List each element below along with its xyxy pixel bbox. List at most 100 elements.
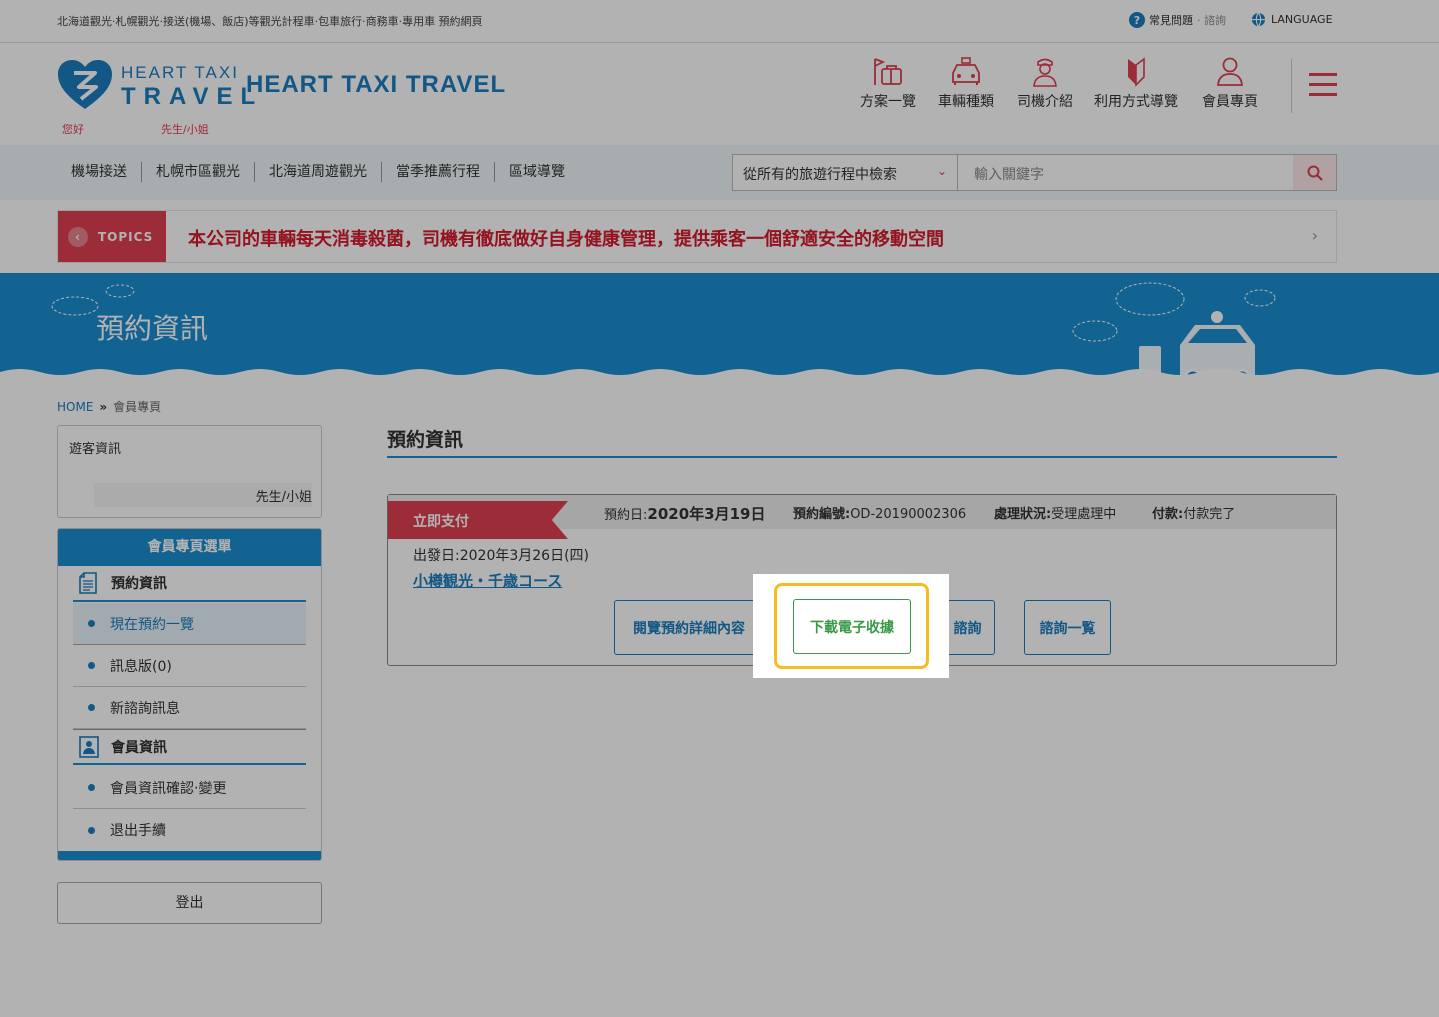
breadcrumb-home[interactable]: HOME	[57, 400, 93, 414]
member-menu-footer	[58, 851, 321, 860]
menu-item-label: 現在預約一覽	[110, 616, 194, 633]
menu-item-label: 會員資訊確認‧變更	[110, 780, 227, 797]
search-icon	[1307, 165, 1323, 181]
menu-section-bookings: 預約資訊	[73, 566, 306, 602]
search-scope-value: 從所有的旅遊行程中檢索	[743, 167, 897, 183]
category-airport[interactable]: 機場接送	[57, 162, 142, 182]
nav-label: 司機介紹	[1017, 94, 1073, 110]
top-bar: 北海道觀光‧札幌觀光‧接送(機場、飯店)等觀光計程車‧包車旅行‧商務車‧專用車 …	[0, 0, 1439, 43]
user-icon	[1217, 57, 1243, 86]
document-icon	[79, 572, 97, 594]
topics-text[interactable]: 本公司的車輛每天消毒殺菌，司機有徹底做好自身健康管理，提供乘客一個舒適安全的移動…	[188, 225, 944, 251]
category-hokkaido[interactable]: 北海道周遊觀光	[255, 162, 382, 182]
booking-number-value: OD-20190002306	[850, 507, 967, 522]
bullet-icon	[88, 826, 95, 834]
booking-payment-label: 付款:	[1152, 507, 1184, 522]
breadcrumb: HOME » 會員專頁	[57, 398, 161, 415]
category-sapporo[interactable]: 札幌市區觀光	[142, 162, 255, 182]
site-description: 北海道觀光‧札幌觀光‧接送(機場、飯店)等觀光計程車‧包車旅行‧商務車‧專用車 …	[57, 15, 483, 28]
menu-item-withdraw[interactable]: 退出手續	[73, 809, 306, 851]
menu-section-label: 預約資訊	[111, 576, 167, 592]
booking-payment-value: 付款完了	[1183, 507, 1236, 522]
download-receipt-button[interactable]: 下載電子收據	[793, 599, 911, 654]
bullet-icon	[88, 704, 95, 711]
category-area-guide[interactable]: 區域導覽	[495, 162, 579, 182]
id-card-icon	[79, 735, 99, 758]
booking-status: 處理狀況:受理處理中	[994, 503, 1116, 522]
nav-label: 會員專頁	[1202, 94, 1258, 110]
banner-decoration	[0, 282, 1439, 388]
driver-icon	[1033, 58, 1057, 87]
menu-section-label: 會員資訊	[111, 739, 167, 756]
greeting-suffix: 先生/小姐	[161, 123, 209, 136]
heart-logo-icon[interactable]	[57, 59, 113, 111]
menu-item-message-board[interactable]: 訊息版(0)	[73, 645, 306, 687]
bullet-icon	[88, 784, 95, 791]
page-title: 預約資訊	[387, 429, 464, 451]
nav-label: 車輛種類	[938, 94, 994, 110]
booking-status-value: 受理處理中	[1051, 507, 1117, 522]
nav-guide[interactable]: 利用方式導覽	[1094, 57, 1178, 111]
site-header: HEART TAXI TRAVEL HEART TAXI TRAVEL 您好 先…	[0, 43, 1439, 145]
nav-vehicles[interactable]: 車輛種類	[938, 57, 994, 111]
header-divider	[1291, 59, 1292, 113]
inquiry-list-button[interactable]: 諮詢一覧	[1024, 600, 1111, 655]
faq-label: 常見問題	[1149, 14, 1193, 27]
logo-line1: HEART TAXI	[121, 63, 239, 82]
nav-label: 方案一覽	[860, 94, 916, 110]
search-box: 從所有的旅遊行程中檢索 ⌄ 輸入關鍵字	[732, 154, 1337, 191]
view-details-button[interactable]: 閱覽預約詳細內容	[614, 600, 764, 655]
language-label: LANGUAGE	[1271, 13, 1333, 26]
guest-info-box: 遊客資訊 先生/小姐	[57, 425, 322, 518]
menu-item-new-inquiries[interactable]: 新諮詢訊息	[73, 687, 306, 729]
page-banner: 預約資訊	[0, 273, 1439, 388]
banner-title: 預約資訊	[96, 312, 209, 345]
greeting-hello: 您好	[62, 123, 84, 136]
site-name[interactable]: HEART TAXI TRAVEL	[246, 71, 506, 99]
departure-date: 出發日:2020年3月26日(四)	[413, 548, 589, 564]
question-icon: ?	[1129, 12, 1145, 28]
search-button[interactable]	[1293, 155, 1336, 190]
topics-tag-label: TOPICS	[98, 229, 154, 244]
breadcrumb-current: 會員專頁	[113, 400, 162, 414]
car-icon	[952, 57, 980, 85]
member-menu: 會員專頁選單 預約資訊 現在預約一覽 訊息版(0) 新諮詢訊息 會員資訊 會員資…	[57, 528, 322, 861]
faq-sub-label: ‧ 諮詢	[1197, 14, 1226, 27]
beginner-mark-icon	[1128, 57, 1145, 87]
topics-tag[interactable]: ‹ TOPICS	[58, 211, 166, 262]
logo-line2: TRAVEL	[121, 83, 264, 110]
logout-button[interactable]: 登出	[57, 882, 322, 924]
menu-item-current-bookings[interactable]: 現在預約一覽	[73, 603, 306, 645]
category-bar: 機場接送 札幌市區觀光 北海道周遊觀光 當季推薦行程 區域導覽 從所有的旅遊行程…	[0, 145, 1439, 200]
nav-label: 利用方式導覽	[1094, 94, 1178, 110]
flag-suitcase-icon	[874, 58, 902, 85]
menu-item-label: 新諮詢訊息	[110, 700, 180, 717]
search-scope-select[interactable]: 從所有的旅遊行程中檢索 ⌄	[733, 155, 958, 190]
chevron-left-icon: ‹	[68, 226, 88, 247]
nav-member[interactable]: 會員專頁	[1202, 57, 1258, 111]
category-seasonal[interactable]: 當季推薦行程	[382, 162, 495, 182]
topics-ticker[interactable]: ‹ TOPICS 本公司的車輛每天消毒殺菌，司機有徹底做好自身健康管理，提供乘客…	[57, 210, 1337, 263]
booking-date: 預約日:2020年3月19日	[604, 503, 765, 524]
faq-link[interactable]: ? 常見問題 ‧ 諮詢	[1129, 12, 1226, 28]
booking-date-label: 預約日:	[604, 508, 648, 523]
booking-number: 預約編號:OD-20190002306	[793, 503, 966, 522]
menu-item-label: 退出手續	[110, 823, 166, 839]
nav-drivers[interactable]: 司機介紹	[1017, 57, 1073, 111]
globe-icon	[1251, 12, 1266, 27]
guest-name: 先生/小姐	[94, 483, 312, 507]
breadcrumb-separator: »	[99, 400, 108, 414]
booking-payment: 付款:付款完了	[1152, 503, 1235, 522]
member-menu-title: 會員專頁選單	[58, 529, 321, 566]
guest-info-title: 遊客資訊	[69, 442, 122, 457]
bullet-icon	[88, 662, 95, 669]
course-link[interactable]: 小樽観光・千歳コース	[413, 570, 562, 591]
pay-now-tag[interactable]: 立即支付	[388, 501, 568, 539]
chevron-right-icon[interactable]: ›	[1312, 226, 1318, 245]
search-input[interactable]: 輸入關鍵字	[958, 155, 1293, 190]
language-selector[interactable]: LANGUAGE	[1251, 12, 1333, 27]
hamburger-menu-icon[interactable]	[1309, 73, 1337, 103]
nav-plans[interactable]: 方案一覽	[860, 57, 916, 111]
booking-date-value: 2020年3月19日	[647, 505, 766, 523]
menu-item-member-edit[interactable]: 會員資訊確認‧變更	[73, 767, 306, 809]
